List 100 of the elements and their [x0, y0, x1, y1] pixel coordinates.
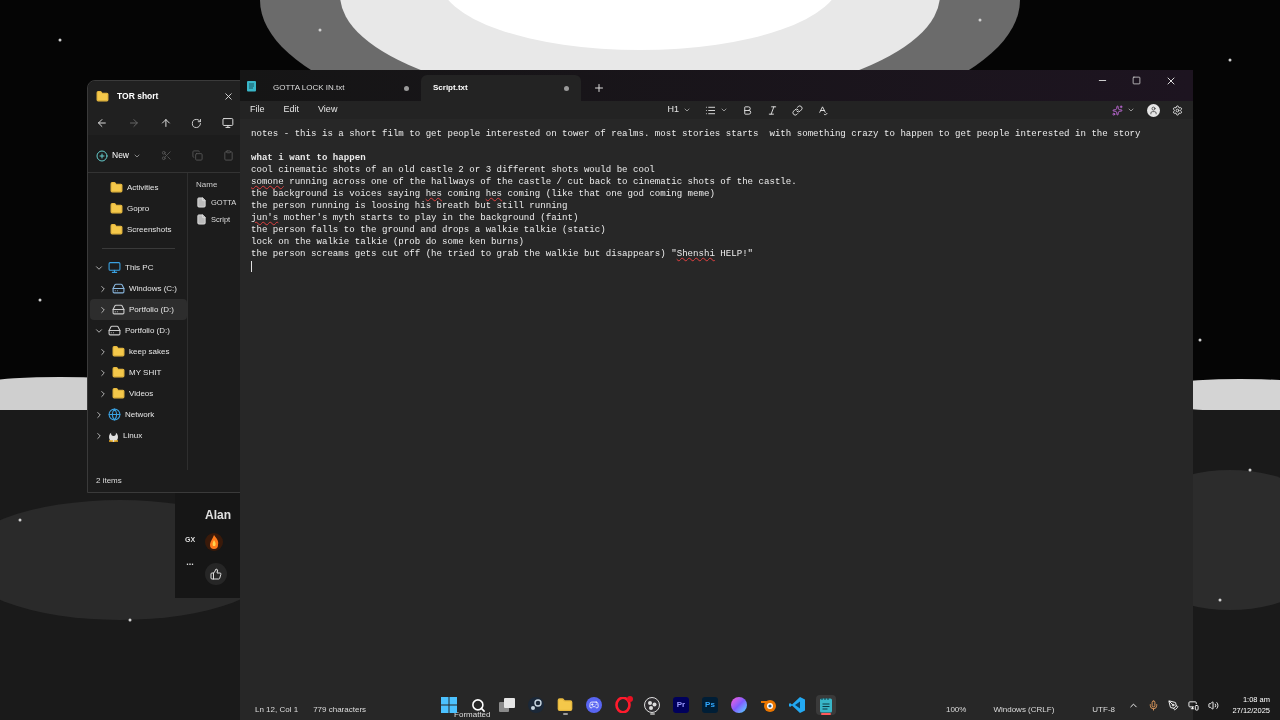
folder-icon	[110, 202, 123, 215]
caret-icon	[719, 106, 728, 114]
spellcheck-icon[interactable]	[816, 104, 828, 116]
microphone-icon[interactable]	[1148, 699, 1160, 711]
menu-item[interactable]: File	[250, 103, 265, 117]
folder-icon	[112, 345, 125, 358]
status-text: 2 items	[96, 475, 122, 487]
text-line: the background is voices saying hes coming hes coming (like that one god coming meme)	[251, 188, 715, 200]
file-icon	[196, 197, 207, 209]
chevron-icon[interactable]	[94, 409, 104, 420]
window-title: TOR short	[117, 89, 159, 103]
folder-icon	[110, 223, 123, 236]
nav-item[interactable]: Videos	[90, 383, 187, 404]
nav-item[interactable]: Portfolio (D:)	[90, 299, 187, 320]
list-icon	[704, 104, 716, 116]
bold-icon[interactable]	[741, 104, 753, 116]
flame-avatar-icon	[205, 533, 223, 551]
drive-icon	[112, 282, 125, 295]
text-line: notes - this is a short film to get people interested on tower of realms. most stories starts with something crazy to happen to get people interested in the story	[251, 128, 1141, 140]
volume-icon[interactable]	[1208, 699, 1220, 711]
plus-icon	[96, 149, 108, 162]
blender-icon	[759, 697, 777, 713]
windows-logo-icon	[441, 697, 457, 713]
up-icon[interactable]	[159, 117, 172, 129]
text-line: jun's mother's myth starts to play in the background (faint)	[251, 212, 579, 224]
display-icon[interactable]	[1188, 699, 1200, 711]
text-line: the person falls to the ground and drops a walkie talkie (static)	[251, 224, 606, 236]
nav-item[interactable]: Windows (C:)	[90, 278, 187, 299]
menu-item[interactable]: Edit	[283, 103, 300, 117]
folder-icon	[96, 89, 109, 103]
sparkle-icon	[1112, 104, 1123, 116]
like-button[interactable]	[205, 563, 227, 585]
taskbar-button[interactable]	[497, 695, 517, 715]
text-line: somone running across one of the hallways of the castle / cut back to cinematic shots of the castle.	[251, 176, 797, 188]
chevron-icon[interactable]	[98, 283, 108, 294]
search-icon	[470, 697, 486, 713]
list-dropdown[interactable]	[704, 104, 728, 116]
nav-item[interactable]: keep sakes	[90, 341, 187, 362]
nav-item[interactable]: Gopro	[90, 198, 187, 219]
steam-icon	[528, 697, 544, 713]
taskbar-button[interactable]	[555, 695, 575, 715]
taskbar-button[interactable]	[526, 695, 546, 715]
record-icon	[644, 697, 660, 713]
nav-item[interactable]: This PC	[90, 257, 187, 278]
text-line: the person screams gets cut off (he tried to grab the walkie but disappears) "Shenshi HELP!"	[251, 248, 754, 260]
link-icon[interactable]	[791, 104, 803, 116]
taskbar-button[interactable]	[787, 695, 807, 715]
taskbar-button[interactable]: Ps	[700, 695, 720, 715]
cursor-position: Ln 12, Col 1	[255, 703, 299, 716]
ring-icon	[615, 697, 631, 713]
tab[interactable]: GOTTA LOCK IN.txt	[261, 75, 421, 101]
nav-item[interactable]: Network	[90, 404, 187, 425]
notepad-icon	[819, 697, 833, 713]
network-icon	[108, 408, 121, 421]
nav-item[interactable]: MY SHIT	[90, 362, 187, 383]
zoom-level[interactable]: 100%	[945, 703, 967, 716]
pen-icon[interactable]	[1168, 699, 1180, 711]
back-icon[interactable]	[96, 117, 108, 129]
chevron-icon[interactable]	[98, 346, 108, 357]
nav-item[interactable]: Portfolio (D:)	[90, 320, 187, 341]
chevron-icon[interactable]	[94, 430, 104, 441]
nav-item[interactable]: Activities	[90, 177, 187, 198]
taskbar-button[interactable]: Pr	[671, 695, 691, 715]
copilot-dropdown[interactable]	[1112, 104, 1135, 116]
chevron-icon[interactable]	[98, 304, 108, 315]
folder-icon	[112, 366, 125, 379]
nav-item[interactable]: Screenshots	[90, 219, 187, 240]
penguin-icon	[108, 429, 119, 442]
menu-item[interactable]: View	[318, 103, 338, 117]
taskbar-button[interactable]	[816, 695, 836, 715]
file-icon	[196, 214, 207, 226]
heading-dropdown[interactable]: H1	[667, 103, 691, 117]
monitor-icon[interactable]	[222, 117, 234, 129]
chevron-icon[interactable]	[98, 388, 108, 399]
new-tab-icon[interactable]	[593, 82, 605, 94]
overlapping-squares-icon	[499, 698, 515, 712]
nav-item[interactable]: Linux	[90, 425, 187, 446]
tab[interactable]: Script.txt	[421, 75, 581, 101]
line-endings[interactable]: Windows (CRLF)	[993, 703, 1055, 716]
column-header[interactable]: Name	[196, 179, 242, 191]
format-mode[interactable]: Formatted	[454, 710, 491, 719]
folder-icon	[557, 697, 573, 713]
heading-line: what i want to happen	[251, 152, 366, 164]
caret-icon	[1127, 106, 1135, 114]
folder-icon	[112, 387, 125, 400]
character-count: 779 characters	[313, 703, 367, 716]
settings-icon[interactable]	[1172, 104, 1183, 116]
refresh-icon[interactable]	[191, 117, 203, 129]
chevron-icon[interactable]	[98, 367, 108, 378]
close-icon[interactable]	[223, 90, 234, 102]
monitor-icon	[108, 261, 121, 274]
maximize-icon[interactable]	[1132, 76, 1141, 85]
code-editor-icon	[789, 697, 805, 713]
account-avatar-icon[interactable]	[1147, 103, 1160, 117]
taskbar-button[interactable]	[642, 695, 662, 715]
more-label[interactable]: ...	[186, 557, 194, 567]
new-button[interactable]: New	[96, 149, 141, 162]
italic-icon[interactable]	[766, 104, 778, 116]
notepad-icon	[246, 80, 257, 92]
encoding[interactable]: UTF-8	[1092, 703, 1115, 716]
